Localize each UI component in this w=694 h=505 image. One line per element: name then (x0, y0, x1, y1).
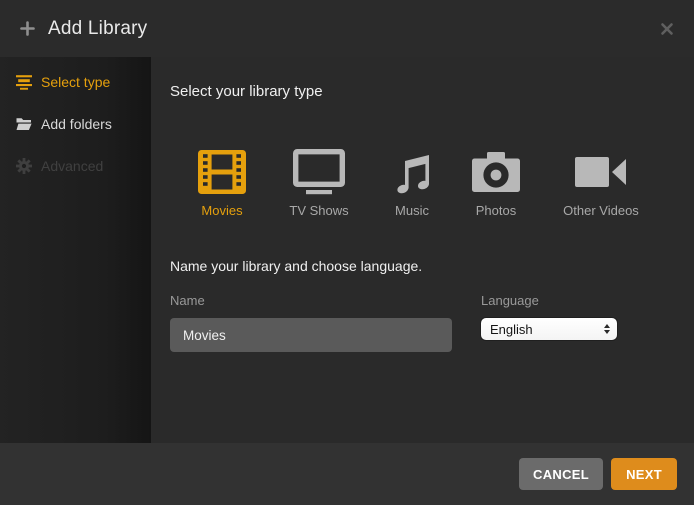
library-name-input[interactable] (170, 318, 452, 352)
folder-icon (16, 117, 32, 131)
plus-icon (20, 21, 35, 36)
type-label: Music (395, 203, 429, 218)
sidebar-item-label: Add folders (41, 116, 112, 132)
type-option-music[interactable]: Music (386, 146, 438, 218)
film-icon (198, 146, 246, 198)
type-label: Other Videos (563, 203, 639, 218)
language-label: Language (481, 293, 617, 308)
sidebar-item-advanced[interactable]: Advanced (0, 145, 151, 187)
type-option-movies[interactable]: Movies (192, 146, 252, 218)
dialog-body: Select type Add folders Advanced Select … (0, 57, 694, 443)
name-label: Name (170, 293, 452, 308)
sidebar-item-label: Select type (41, 74, 110, 90)
video-camera-icon (575, 146, 627, 198)
list-lines-icon (16, 74, 32, 90)
library-type-row: Movies TV Shows Music (192, 146, 694, 218)
form-fields: Name Language English (170, 293, 694, 352)
language-select-value: English (490, 322, 533, 337)
tv-icon (293, 146, 345, 198)
cancel-button[interactable]: CANCEL (519, 458, 603, 490)
dialog-header: Add Library (0, 0, 694, 57)
sidebar-item-select-type[interactable]: Select type (0, 61, 151, 103)
sidebar: Select type Add folders Advanced (0, 57, 151, 443)
sidebar-item-label: Advanced (41, 158, 103, 174)
type-option-photos[interactable]: Photos (467, 146, 525, 218)
gear-icon (16, 158, 32, 174)
camera-icon (472, 146, 520, 198)
dialog-title: Add Library (48, 18, 147, 40)
type-label: Movies (201, 203, 242, 218)
type-option-tv-shows[interactable]: TV Shows (281, 146, 357, 218)
type-label: TV Shows (289, 203, 348, 218)
next-button[interactable]: NEXT (611, 458, 677, 490)
add-library-dialog: Add Library Select type Add folders (0, 0, 694, 505)
section-title: Select your library type (170, 84, 694, 99)
language-field-group: Language English (481, 293, 617, 352)
close-icon[interactable] (660, 22, 674, 36)
language-select[interactable]: English (481, 318, 617, 340)
name-field-group: Name (170, 293, 452, 352)
music-note-icon (391, 146, 433, 198)
type-label: Photos (476, 203, 516, 218)
main-panel: Select your library type Movies TV Shows (151, 57, 694, 443)
type-option-other-videos[interactable]: Other Videos (554, 146, 648, 218)
sidebar-item-add-folders[interactable]: Add folders (0, 103, 151, 145)
form-title: Name your library and choose language. (170, 258, 694, 274)
select-arrows-icon (604, 324, 610, 334)
dialog-footer: CANCEL NEXT (0, 443, 694, 505)
